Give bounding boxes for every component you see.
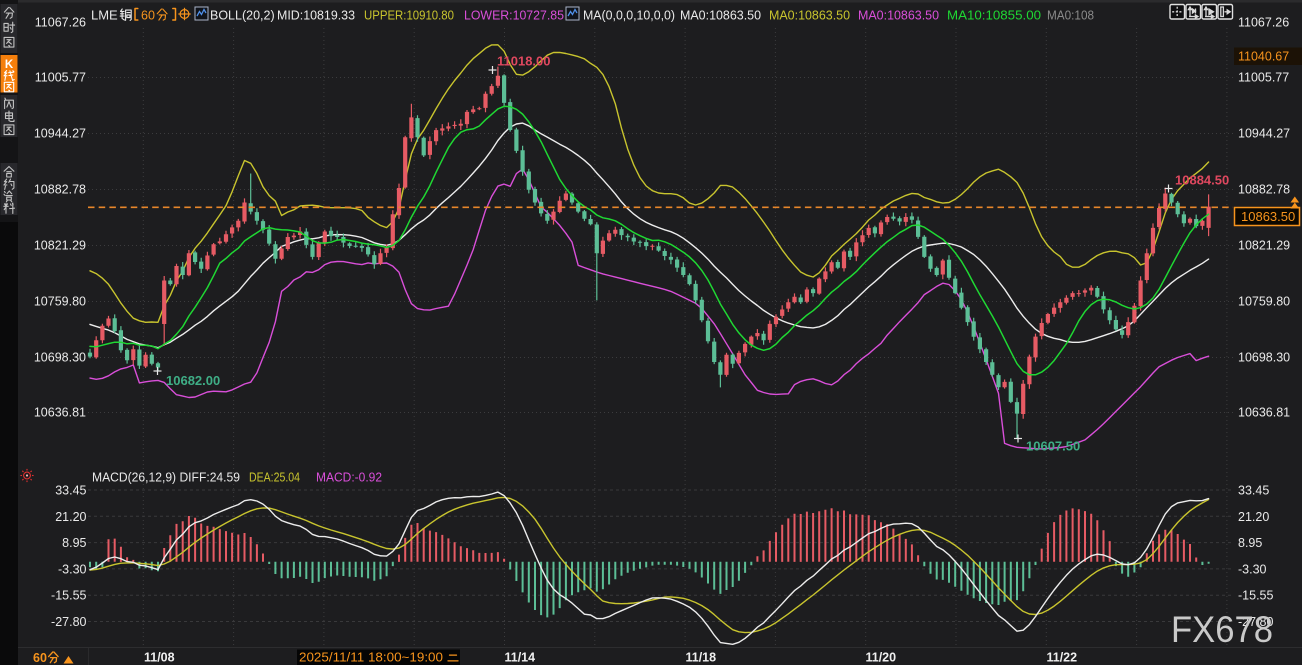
svg-text:8.95: 8.95 <box>1238 536 1262 550</box>
svg-text:MA0:10863.50: MA0:10863.50 <box>680 9 761 23</box>
svg-text:10944.27: 10944.27 <box>1238 127 1290 141</box>
svg-text:10863.50: 10863.50 <box>1241 209 1295 224</box>
svg-text:11067.26: 11067.26 <box>35 16 86 30</box>
svg-text:LOWER:10727.85: LOWER:10727.85 <box>464 9 564 23</box>
svg-text:LME: LME <box>91 8 118 23</box>
svg-text:21.20: 21.20 <box>1238 510 1269 524</box>
svg-text:10882.78: 10882.78 <box>1238 183 1290 197</box>
svg-text:MACD:-0.92: MACD:-0.92 <box>316 471 382 485</box>
svg-text:33.45: 33.45 <box>1238 484 1269 498</box>
svg-text:11/22: 11/22 <box>1047 651 1078 665</box>
svg-text:11067.26: 11067.26 <box>1238 16 1289 30</box>
svg-text:10882.78: 10882.78 <box>34 183 86 197</box>
svg-text:10821.29: 10821.29 <box>34 239 86 253</box>
svg-text:K: K <box>5 59 14 71</box>
svg-text:11/18: 11/18 <box>686 651 717 665</box>
svg-text:BOLL(20,2): BOLL(20,2) <box>210 9 275 23</box>
svg-text:33.45: 33.45 <box>55 484 86 498</box>
svg-text:11/20: 11/20 <box>866 651 897 665</box>
svg-text:-27.80: -27.80 <box>51 615 86 629</box>
svg-text:DEA:25.04: DEA:25.04 <box>249 471 300 485</box>
svg-text:10944.27: 10944.27 <box>34 127 86 141</box>
svg-text:10698.30: 10698.30 <box>34 351 86 365</box>
svg-text:FX678: FX678 <box>1171 609 1273 650</box>
svg-text:2025/11/11 18:00~19:00: 2025/11/11 18:00~19:00 <box>299 651 443 665</box>
svg-text:10759.80: 10759.80 <box>1238 295 1290 309</box>
svg-text:-3.30: -3.30 <box>58 562 87 576</box>
svg-text:MID:10819.33: MID:10819.33 <box>277 9 355 23</box>
svg-text:MA0:108: MA0:108 <box>1047 9 1094 23</box>
svg-text:11/08: 11/08 <box>144 651 175 665</box>
svg-text:10698.30: 10698.30 <box>1238 351 1290 365</box>
svg-text:MA0:10863.50: MA0:10863.50 <box>858 9 939 23</box>
svg-text:60: 60 <box>33 651 47 665</box>
svg-text:10682.00: 10682.00 <box>166 373 220 388</box>
svg-text:11/14: 11/14 <box>505 651 536 665</box>
svg-text:60: 60 <box>141 9 155 23</box>
svg-text:-15.55: -15.55 <box>51 589 86 603</box>
svg-text:11005.77: 11005.77 <box>1238 71 1289 85</box>
svg-text:MACD(26,12,9) DIFF:24.59: MACD(26,12,9) DIFF:24.59 <box>92 471 240 485</box>
svg-text:10636.81: 10636.81 <box>1238 406 1290 420</box>
svg-text:MA(0,0,0,10,0,0): MA(0,0,0,10,0,0) <box>583 9 675 23</box>
svg-text:10636.81: 10636.81 <box>34 406 86 420</box>
svg-text:UPPER:10910.80: UPPER:10910.80 <box>364 9 454 23</box>
svg-text:21.20: 21.20 <box>55 510 86 524</box>
svg-text:8.95: 8.95 <box>62 536 86 550</box>
svg-text:10607.50: 10607.50 <box>1026 439 1080 454</box>
svg-text:11005.77: 11005.77 <box>35 71 86 85</box>
svg-text:10759.80: 10759.80 <box>34 295 86 309</box>
svg-text:11018.00: 11018.00 <box>497 54 551 69</box>
svg-text:-3.30: -3.30 <box>1238 562 1267 576</box>
svg-text:MA0:10863.50: MA0:10863.50 <box>769 9 850 23</box>
svg-text:11040.67: 11040.67 <box>1238 50 1289 64</box>
svg-text:10821.29: 10821.29 <box>1238 239 1290 253</box>
svg-text:10884.50: 10884.50 <box>1175 173 1229 188</box>
svg-text:MA10:10855.00: MA10:10855.00 <box>947 9 1041 23</box>
svg-text:-15.55: -15.55 <box>1238 589 1273 603</box>
